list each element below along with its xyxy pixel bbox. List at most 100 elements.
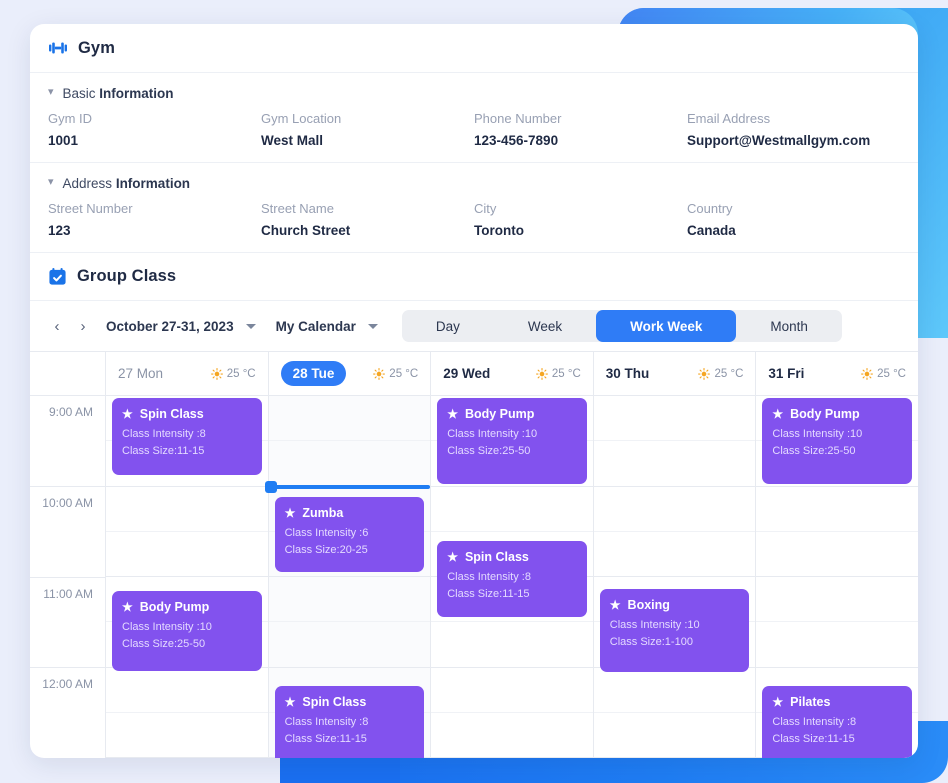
calendar-time-cell[interactable]: [756, 532, 918, 577]
calendar-time-cell[interactable]: [756, 577, 918, 623]
weather-readout: 25 °C: [535, 367, 581, 380]
calendar-day-header[interactable]: 28 Tue 25 °C: [269, 352, 432, 395]
calendar-toolbar: ‹ › October 27-31, 2023 My Calendar Day …: [30, 301, 918, 351]
calendar-event[interactable]: ★ Spin Class Class Intensity :8 Class Size:…: [437, 541, 587, 617]
calendar-time-cell[interactable]: [268, 577, 431, 623]
sun-icon: [535, 367, 548, 380]
calendar-day-column[interactable]: ★ Body Pump Class Intensity :10 Class Size:…: [756, 396, 918, 758]
next-period-button[interactable]: ›: [70, 313, 96, 339]
event-intensity: Class Intensity :8: [122, 428, 206, 440]
event-intensity: Class Intensity :10: [609, 619, 700, 631]
sun-icon: [210, 367, 223, 380]
star-icon: ★: [284, 695, 296, 709]
sun-icon: [861, 367, 874, 380]
calendar-time-cell[interactable]: [106, 487, 268, 532]
time-slot-label: 9:00 AM: [30, 396, 105, 487]
calendar-event[interactable]: ★ Zumba Class Intensity :6 Class Size:20-25: [274, 497, 425, 572]
star-icon: ★: [447, 407, 458, 421]
calendar-time-cell[interactable]: [593, 396, 756, 442]
calendar-day-header[interactable]: 27 Mon 25 °C: [106, 352, 269, 395]
field-street-name: Street Name Church Street: [261, 201, 474, 238]
calendar-event[interactable]: ★ Boxing Class Intensity :10 Class Size:1-1…: [599, 589, 750, 672]
calendar-day-column[interactable]: ★ Spin Class Class Intensity :8 Class Size:…: [106, 396, 269, 758]
calendar-event[interactable]: ★ Spin Class Class Intensity :8 Class Size:…: [274, 686, 425, 758]
calendar-time-cell[interactable]: [106, 668, 268, 713]
app-root: Gym ▾ Basic Information Gym ID 1001 Gym …: [0, 0, 948, 783]
field-street-number: Street Number 123: [48, 201, 261, 238]
calendar-day-column[interactable]: ★ Body Pump Class Intensity :10 Class Size:…: [431, 396, 594, 758]
calendar-time-cell[interactable]: [593, 441, 756, 487]
group-class-title: Group Class: [77, 267, 177, 285]
address-information-toggle[interactable]: ▾ Address Information: [30, 163, 918, 191]
star-icon: ★: [122, 600, 133, 614]
event-title: Boxing: [627, 598, 670, 612]
calendar-time-cell[interactable]: [106, 713, 268, 758]
calendar-time-cell[interactable]: [431, 668, 593, 713]
temperature-label: 25 °C: [389, 367, 419, 380]
view-tab-work-week[interactable]: Work Week: [596, 310, 737, 342]
time-slot-label: 12:00 AM: [42, 677, 93, 692]
field-value: Toronto: [474, 223, 524, 238]
calendar-day-column[interactable]: ★ Boxing Class Intensity :10 Class Size:1-1…: [593, 396, 757, 758]
event-title-row: ★ Spin Class: [285, 695, 415, 709]
event-title: Spin Class: [302, 695, 367, 709]
event-size: Class Size:25-50: [122, 637, 206, 650]
event-title: Body Pump: [790, 407, 860, 421]
calendar-time-cell[interactable]: [106, 532, 268, 577]
event-title-row: ★ Body Pump: [447, 407, 577, 421]
calendar-time-cell[interactable]: [593, 532, 756, 577]
calendar-day-header[interactable]: 29 Wed 25 °C: [431, 352, 594, 395]
calendar-time-cell[interactable]: [268, 396, 431, 442]
star-icon: ★: [609, 598, 621, 612]
day-label: 27 Mon: [118, 366, 164, 381]
calendar-event[interactable]: ★ Body Pump Class Intensity :10 Class Size:…: [762, 398, 912, 484]
field-gym-location: Gym Location West Mall: [261, 111, 474, 148]
chevron-down-icon: ▾: [48, 176, 54, 188]
calendar-day-header-row: 27 Mon 25 °C 28 Tue 25 °C 29 Wed 25 °C 30 Thu 2…: [30, 352, 918, 396]
calendar-time-cell[interactable]: [756, 487, 918, 532]
calendar-time-cell[interactable]: [431, 713, 593, 758]
calendar-day-column[interactable]: ★ Zumba Class Intensity :6 Class Size:20-25…: [264, 396, 432, 758]
calendar-time-cell[interactable]: [268, 622, 431, 668]
field-gym-id: Gym ID 1001: [48, 111, 261, 148]
calendar-select-dropdown[interactable]: My Calendar: [266, 315, 388, 338]
star-icon: ★: [284, 506, 296, 520]
calendar-time-cell[interactable]: [756, 622, 918, 668]
view-switcher: Day Week Work Week Month: [401, 310, 842, 342]
view-tab-week[interactable]: Week: [494, 310, 596, 342]
prev-period-button[interactable]: ‹: [44, 313, 70, 339]
calendar-day-header[interactable]: 31 Fri 25 °C: [756, 352, 918, 395]
group-class-header: Group Class: [30, 253, 918, 301]
view-tab-day[interactable]: Day: [402, 310, 494, 342]
weather-readout: 25 °C: [210, 367, 256, 380]
calendar-time-cell[interactable]: [593, 713, 756, 758]
event-intensity: Class Intensity :10: [122, 621, 212, 633]
event-title: Body Pump: [464, 407, 535, 421]
date-range-label: October 27-31, 2023: [106, 318, 234, 334]
calendar-time-cell[interactable]: [431, 487, 593, 532]
page-title: Gym: [78, 38, 115, 57]
calendar-event[interactable]: ★ Body Pump Class Intensity :10 Class Size:…: [112, 591, 262, 671]
date-range-dropdown[interactable]: October 27-31, 2023: [96, 315, 266, 338]
event-title-row: ★ Body Pump: [772, 407, 902, 421]
event-intensity: Class Intensity :10: [447, 428, 538, 440]
star-icon: ★: [772, 695, 784, 709]
temperature-label: 25 °C: [714, 367, 744, 380]
sun-icon: [698, 367, 711, 380]
calendar-event[interactable]: ★ Spin Class Class Intensity :8 Class Size:…: [112, 398, 262, 475]
calendar-time-cell[interactable]: [431, 622, 593, 668]
sun-icon: [373, 367, 386, 380]
calendar-time-cell[interactable]: [593, 487, 756, 532]
view-tab-month[interactable]: Month: [736, 310, 842, 342]
calendar-event[interactable]: ★ Body Pump Class Intensity :10 Class Size:…: [437, 398, 587, 484]
basic-information-label: Basic Information: [62, 86, 174, 101]
day-label: 30 Thu: [605, 366, 650, 381]
calendar-time-cell[interactable]: [268, 441, 431, 487]
temperature-label: 25 °C: [551, 367, 581, 380]
event-title-row: ★ Zumba: [285, 506, 415, 520]
event-size: Class Size:11-15: [447, 587, 530, 600]
calendar-day-header[interactable]: 30 Thu 25 °C: [594, 352, 757, 395]
calendar-event[interactable]: ★ Pilates Class Intensity :8 Class Size:11-…: [762, 686, 912, 758]
calendar-time-cell[interactable]: [593, 668, 756, 713]
basic-information-toggle[interactable]: ▾ Basic Information: [30, 73, 918, 101]
